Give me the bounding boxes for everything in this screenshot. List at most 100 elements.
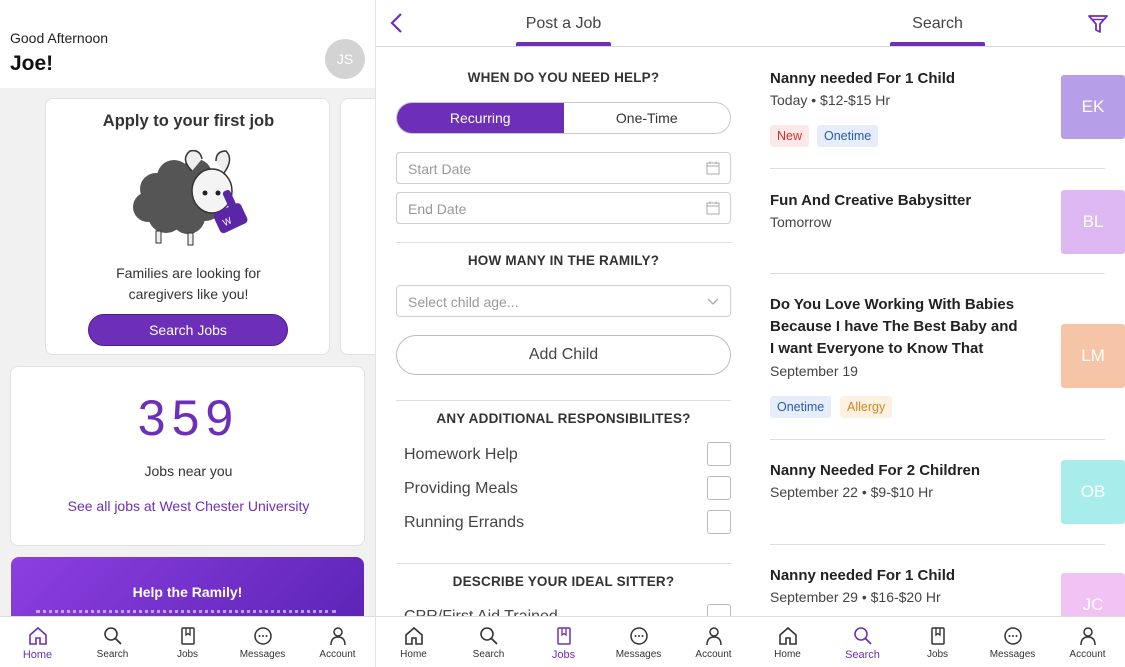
home-icon [778,626,797,645]
page-title: Post a Job [525,15,602,32]
chevron-down-icon [707,298,719,305]
tab-account[interactable]: Account [676,617,750,667]
next-card-peek[interactable] [340,98,375,355]
list-divider [770,168,1105,169]
homework-help-label: Homework Help [404,446,518,463]
tab-bar: Home Search Jobs Messages Account [376,616,750,667]
running-errands-checkbox[interactable] [707,510,731,534]
home-screen: Good Afternoon Joe! JS Apply to your fir… [0,0,375,667]
filter-icon[interactable] [1087,13,1109,35]
providing-meals-checkbox[interactable] [707,476,731,500]
back-chevron-icon[interactable] [388,12,404,34]
post-job-screen: Post a Job WHEN DO YOU NEED HELP? Recurr… [375,0,750,667]
homework-help-checkbox[interactable] [707,442,731,466]
title-underline [516,42,611,46]
apply-card-text: Families are looking for caregivers like… [116,265,261,302]
tab-search[interactable]: Search [451,617,526,667]
tab-search[interactable]: Search [825,617,900,667]
jobs-icon [556,627,571,645]
apply-card-title: Apply to your first job [102,112,275,130]
messages-icon [253,627,272,645]
account-icon [705,627,722,646]
job-meta: Today • $12-$15 Hr [770,92,891,108]
section-divider [396,563,731,564]
home-icon [28,626,47,645]
tab-label: Home [22,649,53,661]
tab-messages[interactable]: Messages [975,617,1050,667]
search-icon [479,627,498,645]
tab-search[interactable]: Search [75,617,150,667]
tab-label: Account [1069,649,1106,660]
job-title: Fun And Creative Babysitter [770,192,972,209]
list-divider [770,273,1105,274]
tab-label: Account [319,649,356,660]
tab-jobs[interactable]: Jobs [900,617,975,667]
job-listing[interactable]: Nanny needed For 1 Child Today • $12-$15… [770,68,1125,158]
job-meta: September 19 [770,363,858,379]
calendar-icon [706,201,720,215]
job-listing[interactable]: Do You Love Working With Babies Because … [770,294,1125,424]
add-child-button[interactable]: Add Child [396,335,731,375]
search-icon [103,627,122,645]
tab-jobs[interactable]: Jobs [526,617,601,667]
messages-icon [629,627,648,645]
post-job-header: Post a Job [376,0,750,47]
job-meta: September 22 • $9-$10 Hr [770,484,933,500]
start-date-placeholder: Start Date [408,161,472,177]
job-listing[interactable]: Nanny Needed For 2 Children September 22… [770,460,1125,530]
end-date-field[interactable]: End Date [396,192,731,224]
job-meta: September 29 • $16-$20 Hr [770,589,941,605]
ram-mascot-icon: W [133,149,248,246]
jobs-count-card: 359 Jobs near you See all jobs at West C… [10,366,365,546]
list-divider [770,439,1105,440]
tab-label: Messages [615,649,662,660]
job-listing[interactable]: Fun And Creative Babysitter Tomorrow BL [770,190,1125,260]
start-date-field[interactable]: Start Date [396,152,731,184]
user-name: Joe! [10,52,54,75]
poster-avatar: LM [1061,324,1125,388]
greeting-text: Good Afternoon [10,30,109,46]
page-title: Search [912,15,963,32]
poster-avatar: BL [1061,190,1125,254]
tab-jobs[interactable]: Jobs [150,617,225,667]
tab-label: Home [774,649,801,660]
one-time-option[interactable]: One-Time [564,103,731,133]
jobs-icon [930,627,945,645]
tab-label: Account [695,649,732,660]
calendar-icon [706,161,720,175]
avatar[interactable]: JS [325,39,365,79]
search-screen: Search Nanny needed For 1 Child Today • … [750,0,1125,667]
end-date-placeholder: End Date [408,201,467,217]
tab-label: Messages [989,649,1036,660]
tab-messages[interactable]: Messages [225,617,300,667]
apply-first-job-card: Apply to your first job W Families are l… [45,98,330,355]
tab-home[interactable]: Home [0,617,75,667]
tab-account[interactable]: Account [1050,617,1125,667]
job-meta: Tomorrow [770,214,832,230]
job-title: Nanny needed For 1 Child [770,567,956,584]
title-underline [890,42,985,46]
tab-label: Jobs [551,649,576,661]
child-age-select[interactable]: Select child age... [396,285,731,317]
job-title: Do You Love Working With Babies Because … [770,296,1018,357]
jobs-count: 359 [137,390,240,446]
running-errands-label: Running Errands [404,514,525,531]
greeting-header: Good Afternoon Joe! JS [0,0,375,88]
allergy-tag: Allergy [840,396,893,418]
tab-account[interactable]: Account [300,617,375,667]
list-divider [770,544,1105,545]
when-heading: WHEN DO YOU NEED HELP? [467,70,660,85]
tab-home[interactable]: Home [376,617,451,667]
search-header: Search [750,0,1125,47]
tab-messages[interactable]: Messages [601,617,676,667]
section-divider [396,242,731,243]
new-tag: New [770,125,810,147]
tab-label: Home [400,649,427,660]
recurring-option[interactable]: Recurring [397,103,564,133]
see-all-jobs-link[interactable]: See all jobs at West Chester University [11,498,366,514]
tab-home[interactable]: Home [750,617,825,667]
onetime-tag: Onetime [770,396,832,418]
onetime-tag: Onetime [817,125,879,147]
tab-label: Search [96,649,129,660]
search-jobs-button[interactable]: Search Jobs [88,314,288,346]
